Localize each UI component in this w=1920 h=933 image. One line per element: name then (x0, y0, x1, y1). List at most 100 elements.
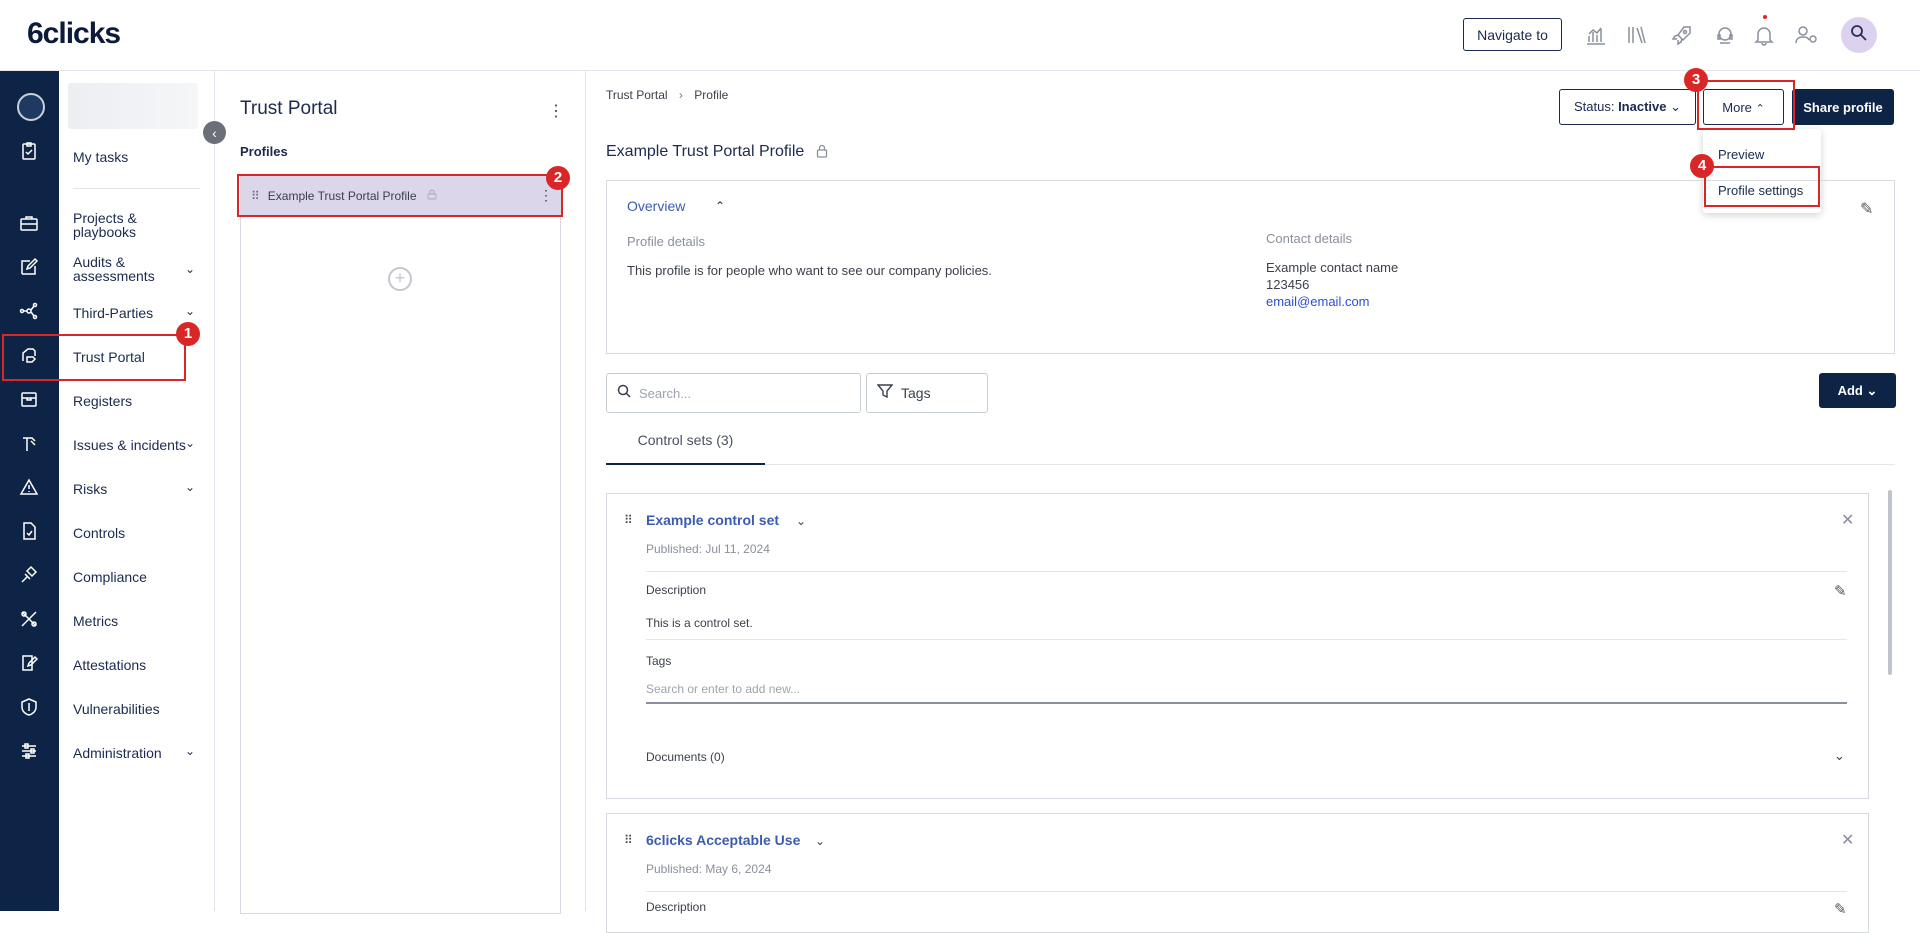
chevron-down-icon[interactable]: ⌄ (185, 480, 195, 494)
rocket-icon[interactable] (1669, 22, 1695, 48)
breadcrumb-profile: Profile (694, 88, 729, 102)
profile-menu-icon[interactable]: ⋮ (539, 187, 553, 204)
shield-icon[interactable] (16, 694, 42, 720)
sidebar-item-third-parties[interactable]: Third-Parties (73, 306, 153, 320)
chevron-down-icon[interactable]: ⌄ (185, 304, 195, 318)
profiles-heading: Profiles (240, 144, 288, 159)
app-logo[interactable]: 6clicks (27, 17, 121, 51)
contact-email-link[interactable]: email@email.com (1266, 294, 1370, 309)
description-text: This is a control set. (646, 616, 753, 630)
chevron-down-icon[interactable]: ⌄ (185, 744, 195, 758)
sidebar-item-vulnerabilities[interactable]: Vulnerabilities (73, 702, 160, 716)
chevron-up-icon: ⌃ (1755, 102, 1765, 115)
drag-handle-icon[interactable]: ⠿ (251, 189, 260, 203)
chevron-down-icon[interactable]: ⌄ (185, 262, 195, 276)
drag-handle-icon[interactable]: ⠿ (624, 833, 633, 847)
contact-name: Example contact name (1266, 260, 1399, 275)
sidebar-item-risks[interactable]: Risks (73, 482, 107, 496)
status-prefix: Status: (1573, 99, 1619, 114)
documents-label[interactable]: Documents (0) (646, 750, 725, 764)
risks-icon[interactable] (16, 474, 42, 500)
step-badge-3: 3 (1684, 68, 1708, 92)
sidebar-item-administration[interactable]: Administration (73, 746, 162, 760)
published-date: Published: May 6, 2024 (646, 862, 772, 876)
tags-filter-button[interactable]: Tags (866, 373, 988, 413)
add-button[interactable]: Add ⌄ (1819, 373, 1896, 408)
filter-icon (876, 383, 894, 404)
chevron-down-icon[interactable]: ⌄ (185, 436, 195, 450)
chevron-down-icon[interactable]: ⌄ (815, 834, 825, 848)
briefcase-icon[interactable] (16, 210, 42, 236)
control-set-title[interactable]: 6clicks Acceptable Use (646, 832, 800, 848)
panel-menu-icon[interactable]: ⋮ (548, 101, 564, 121)
sidebar-item-my-tasks[interactable]: My tasks (73, 150, 128, 164)
network-icon[interactable] (16, 298, 42, 324)
tags-input[interactable]: Search or enter to add new... (646, 676, 1847, 704)
sidebar-item-audits-assessments[interactable]: Audits & assessments (73, 255, 173, 283)
support-icon[interactable] (1712, 22, 1738, 48)
drag-handle-icon[interactable]: ⠿ (624, 513, 633, 527)
sidebar-item-registers[interactable]: Registers (73, 394, 132, 408)
step-badge-4: 4 (1690, 154, 1714, 178)
edit-icon[interactable]: ✎ (1860, 199, 1873, 219)
close-icon[interactable]: ✕ (1841, 830, 1854, 850)
sidebar-item-metrics[interactable]: Metrics (73, 614, 118, 628)
sidebar-item-projects-playbooks[interactable]: Projects & playbooks (73, 211, 183, 239)
profile-list-item[interactable]: ⠿ Example Trust Portal Profile ⋮ (241, 176, 560, 215)
share-profile-button[interactable]: Share profile (1792, 89, 1894, 125)
divider (646, 891, 1847, 892)
add-label: Add (1837, 382, 1863, 398)
top-bar: 6clicks Navigate to (0, 0, 1920, 71)
edit-icon[interactable] (16, 254, 42, 280)
status-value: Inactive (1618, 99, 1667, 114)
contact-phone: 123456 (1266, 277, 1310, 292)
compliance-icon[interactable] (16, 562, 42, 588)
chevron-down-icon[interactable]: ⌄ (1834, 748, 1845, 764)
scrollbar-thumb[interactable] (1888, 490, 1892, 675)
status-dropdown[interactable]: Status: Inactive ⌄ (1559, 89, 1696, 125)
lock-icon (816, 144, 828, 161)
issues-icon[interactable] (16, 430, 42, 456)
sliders-icon[interactable] (16, 738, 42, 764)
user-settings-icon[interactable] (1794, 22, 1820, 48)
published-date: Published: Jul 11, 2024 (646, 542, 770, 556)
overview-card: Overview ⌃ ✎ Profile details This profil… (606, 180, 1895, 354)
close-icon[interactable]: ✕ (1841, 510, 1854, 530)
chevron-up-icon[interactable]: ⌃ (715, 199, 725, 213)
main-content: Trust Portal › Profile Status: Inactive … (587, 71, 1920, 933)
chevron-down-icon[interactable]: ⌄ (796, 514, 806, 528)
add-profile-icon[interactable]: + (388, 267, 412, 291)
library-icon[interactable] (1624, 22, 1650, 48)
breadcrumb-trust-portal[interactable]: Trust Portal (606, 88, 668, 102)
sidebar-item-controls[interactable]: Controls (73, 526, 125, 540)
divider (646, 639, 1847, 640)
tags-label: Tags (646, 654, 672, 668)
overview-title[interactable]: Overview (627, 198, 685, 214)
navigate-to-button[interactable]: Navigate to (1463, 18, 1562, 51)
profile-name: Example Trust Portal Profile (267, 188, 417, 203)
control-set-title[interactable]: Example control set (646, 512, 779, 528)
controls-icon[interactable] (16, 518, 42, 544)
control-set-card: ⠿ 6clicks Acceptable Use ⌄ ✕ Published: … (606, 813, 1869, 933)
sidebar-item-compliance[interactable]: Compliance (73, 570, 147, 584)
menu-item-preview[interactable]: Preview (1718, 147, 1764, 162)
more-button[interactable]: More ⌃ (1703, 89, 1784, 125)
sidebar-item-attestations[interactable]: Attestations (73, 658, 146, 672)
user-avatar[interactable] (1841, 17, 1877, 53)
sidebar-item-issues-incidents[interactable]: Issues & incidents (73, 438, 186, 452)
workspace-avatar[interactable] (17, 93, 45, 121)
metrics-icon[interactable] (16, 606, 42, 632)
tasks-icon[interactable] (16, 138, 42, 164)
bell-icon[interactable] (1751, 22, 1777, 48)
tab-control-sets[interactable]: Control sets (3) (606, 425, 765, 465)
contact-details-label: Contact details (1266, 231, 1352, 246)
edit-icon[interactable]: ✎ (1834, 900, 1847, 918)
chevron-down-icon: ⌄ (1670, 99, 1682, 114)
registers-icon[interactable] (16, 386, 42, 412)
attestations-icon[interactable] (16, 650, 42, 676)
trust-portal-icon[interactable] (16, 342, 42, 368)
analytics-icon[interactable] (1583, 22, 1609, 48)
search-input[interactable]: Search... (606, 373, 861, 413)
sidebar-item-trust-portal[interactable]: Trust Portal (73, 350, 145, 364)
edit-icon[interactable]: ✎ (1834, 582, 1847, 600)
